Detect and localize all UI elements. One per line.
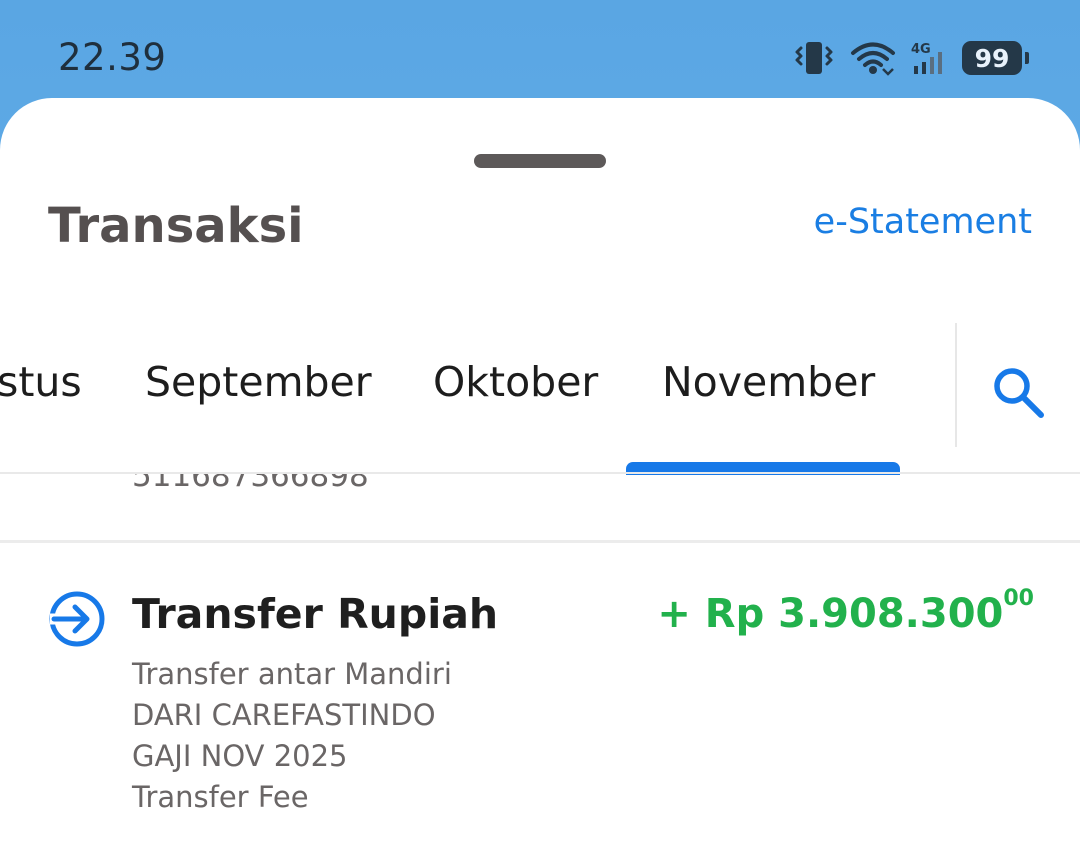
page-title: Transaksi — [48, 198, 304, 254]
status-bar: 22.39 4G 99 — [0, 0, 1080, 110]
status-time: 22.39 — [58, 36, 167, 79]
tab-september[interactable]: September — [145, 358, 372, 406]
search-icon — [994, 368, 1044, 418]
transaction-list[interactable]: 511687366898 Transfer Rupiah + Rp 3.908.… — [0, 474, 1080, 858]
month-tabs[interactable]: stus September Oktober November — [0, 323, 955, 475]
e-statement-link[interactable]: e-Statement — [814, 202, 1032, 242]
drag-handle[interactable] — [474, 154, 606, 168]
search-button[interactable] — [986, 360, 1050, 424]
incoming-transfer-icon — [49, 591, 105, 647]
amount-currency: + Rp — [657, 591, 765, 637]
transaction-description-line: DARI CAREFASTINDO — [132, 698, 436, 732]
transaction-description-line: Transfer Fee — [132, 780, 309, 814]
wifi-icon — [850, 40, 896, 76]
transaction-description-line: Transfer antar Mandiri — [132, 657, 452, 691]
amount-cents: 00 — [1003, 586, 1034, 611]
amount-value: 3.908.300 — [778, 591, 1004, 637]
status-icons: 4G 99 — [792, 36, 1029, 80]
vibrate-icon — [792, 40, 836, 76]
transaction-description-line: GAJI NOV 2025 — [132, 739, 348, 773]
tab-oktober[interactable]: Oktober — [433, 358, 598, 406]
list-divider — [0, 540, 1080, 543]
network-type-label: 4G — [911, 42, 931, 57]
cellular-signal-icon: 4G — [910, 40, 948, 76]
tab-november[interactable]: November — [662, 358, 875, 406]
tab-agustus[interactable]: stus — [0, 358, 82, 406]
transaction-amount: + Rp 3.908.30000 — [657, 586, 1034, 637]
transactions-sheet: Transaksi e-Statement stus September Okt… — [0, 98, 1080, 858]
tabs-divider — [955, 323, 957, 447]
transaction-title: Transfer Rupiah — [132, 590, 499, 638]
previous-transaction-reference: 511687366898 — [132, 474, 369, 494]
battery-icon: 99 — [962, 41, 1029, 75]
battery-level: 99 — [974, 43, 1010, 73]
